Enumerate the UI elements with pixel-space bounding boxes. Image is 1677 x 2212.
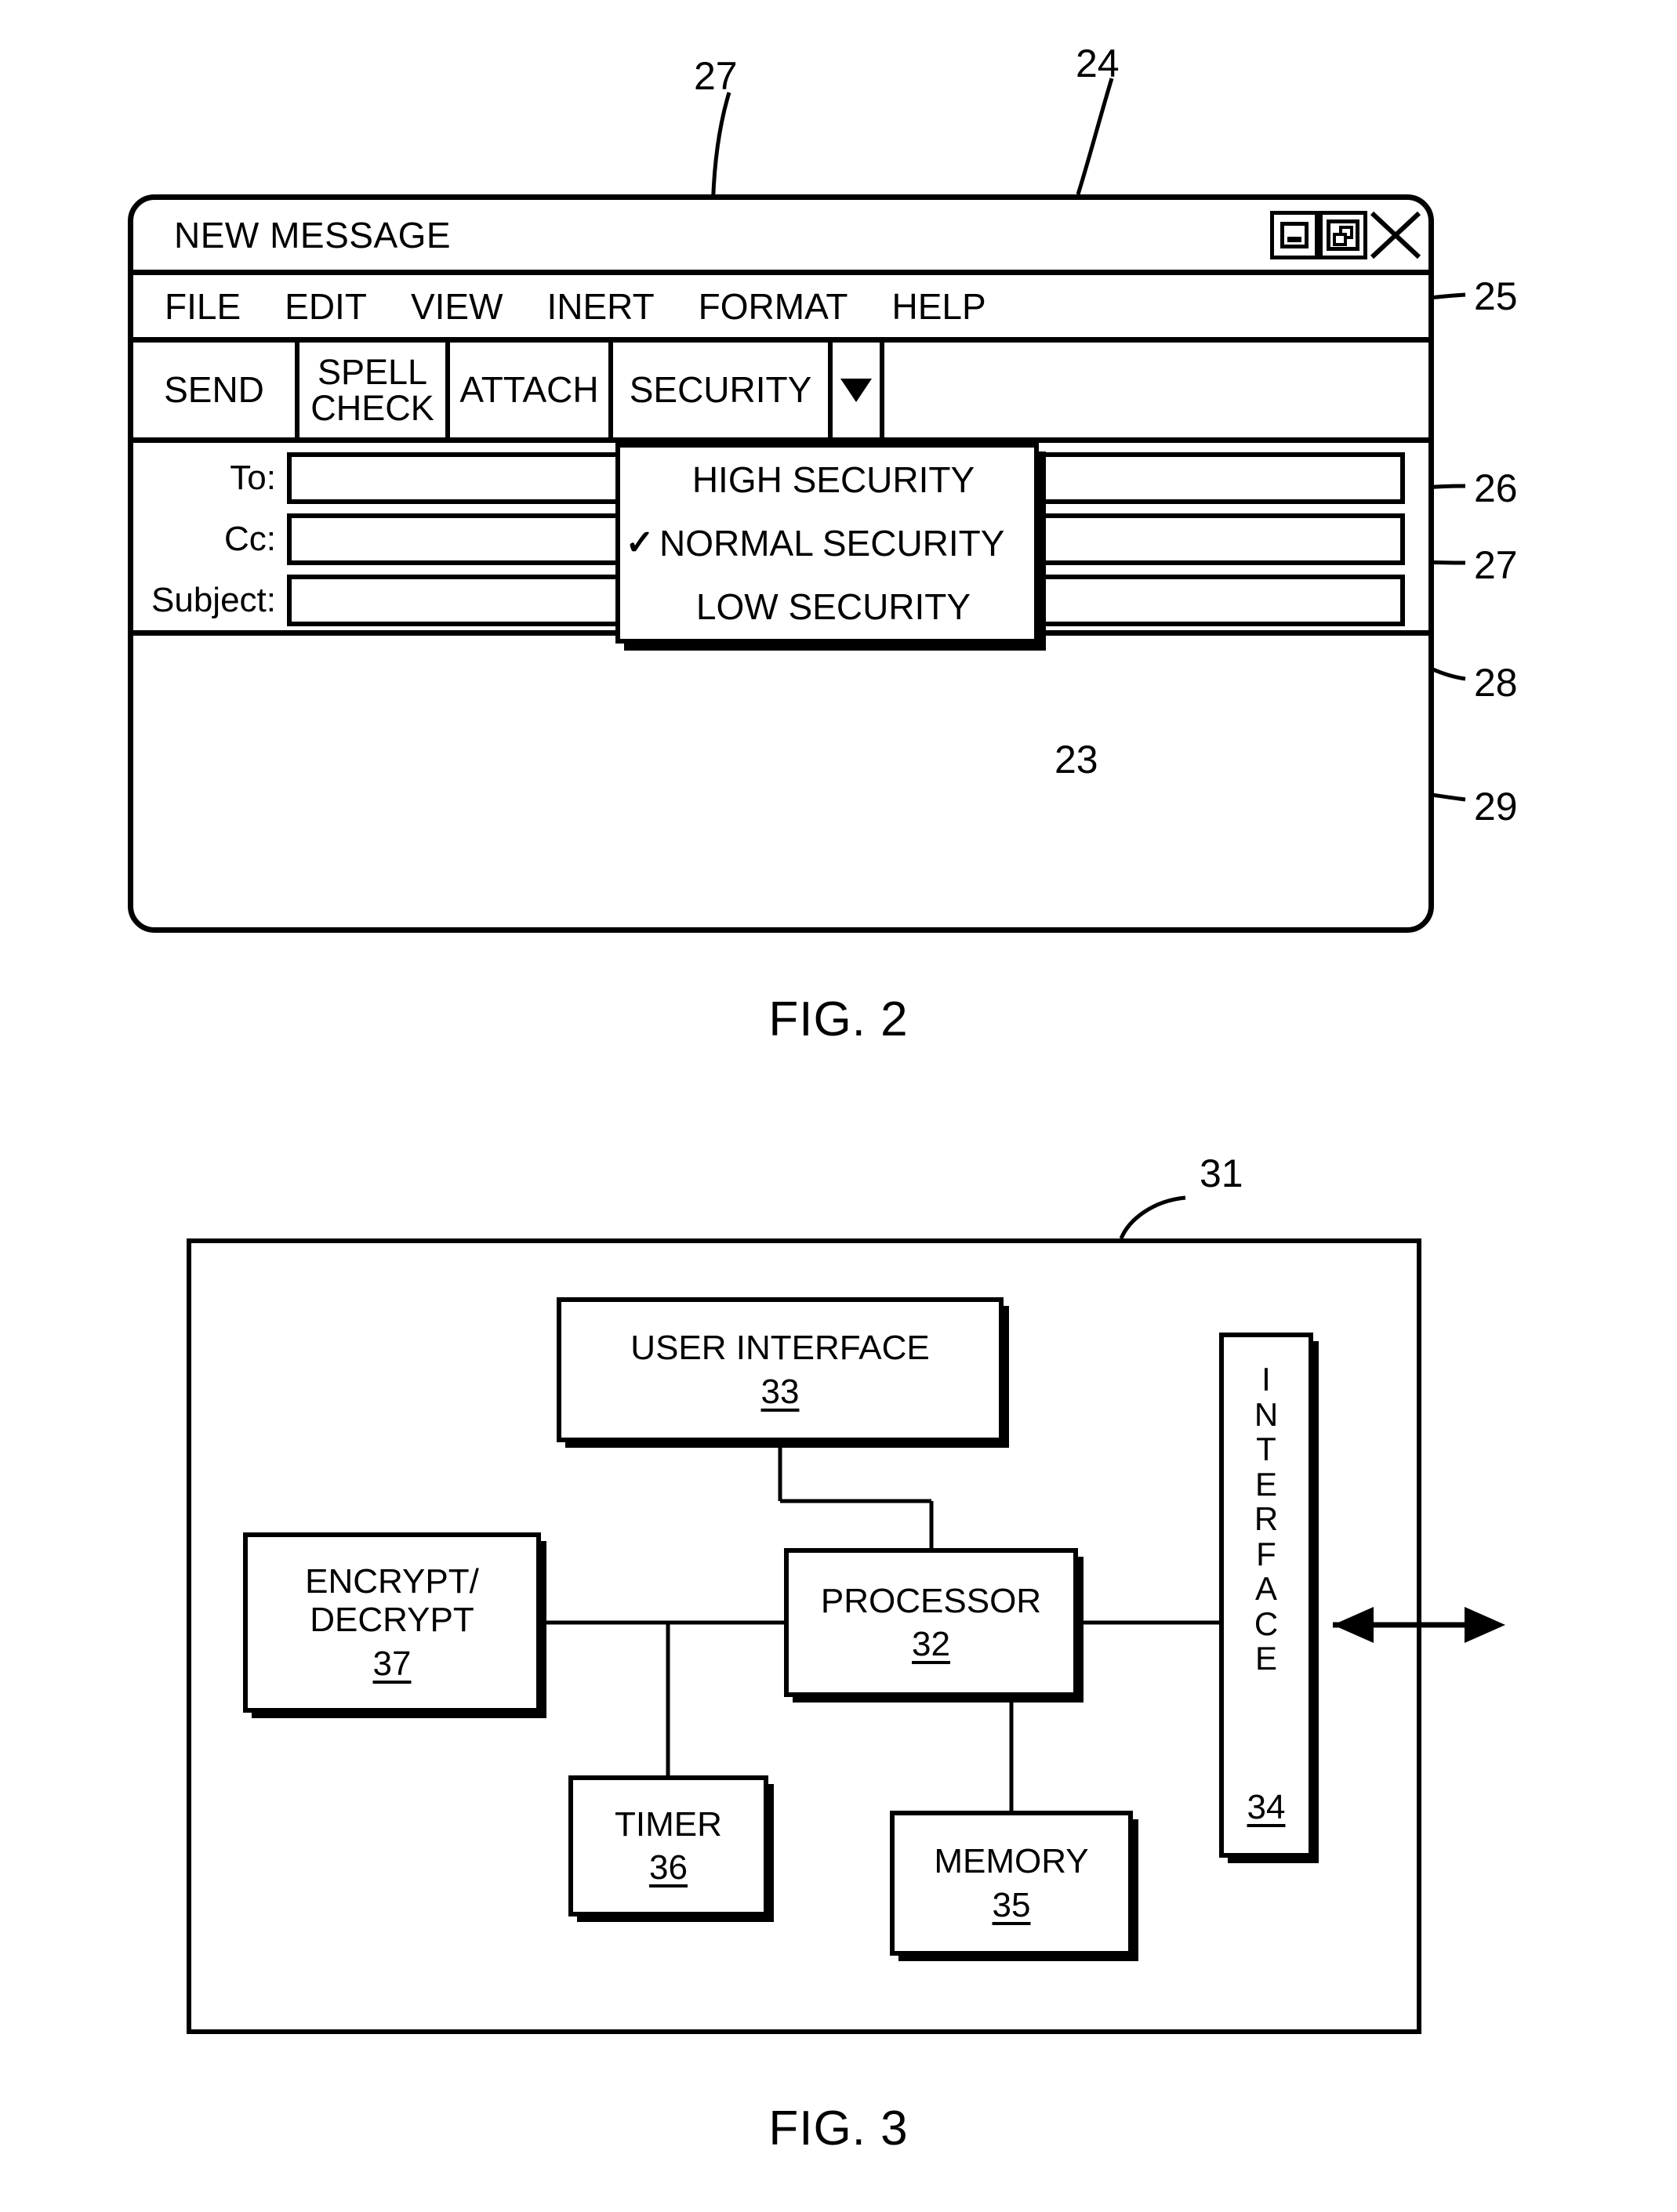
menu-option-low-security[interactable]: LOW SECURITY [620,575,1034,638]
checkmark-icon-normal: ✓ [625,524,655,562]
block-timer-label: TIMER [615,1804,722,1844]
figure-3-caption: FIG. 3 [768,2101,909,2156]
block-encrypt-decrypt-number: 37 [372,1644,412,1683]
block-timer-number: 36 [649,1848,688,1887]
block-processor-label: PROCESSOR [820,1581,1042,1620]
block-processor-number: 32 [912,1625,950,1663]
block-interface-number: 34 [1247,1787,1286,1826]
block-memory-number: 35 [992,1885,1031,1924]
block-processor: PROCESSOR 32 [784,1548,1078,1697]
figure-3: USER INTERFACE 33 ENCRYPT/ DECRYPT 37 PR… [0,0,1677,2212]
block-memory-label: MEMORY [934,1842,1089,1881]
menu-option-high-security-label: HIGH SECURITY [691,459,975,500]
menu-option-low-security-label: LOW SECURITY [695,586,971,627]
block-encrypt-decrypt: ENCRYPT/ DECRYPT 37 [243,1532,541,1713]
menu-option-normal-security[interactable]: ✓ NORMAL SECURITY [620,511,1034,575]
reference-numeral-31: 31 [1200,1151,1243,1195]
menu-option-high-security[interactable]: HIGH SECURITY [620,448,1034,511]
block-timer: TIMER 36 [568,1775,768,1916]
menu-option-normal-security-label: NORMAL SECURITY [659,522,1005,564]
block-user-interface-label: USER INTERFACE [630,1329,930,1368]
block-user-interface: USER INTERFACE 33 [557,1297,1004,1442]
block-user-interface-number: 33 [760,1372,800,1411]
security-dropdown-menu[interactable]: HIGH SECURITY ✓ NORMAL SECURITY LOW SECU… [615,443,1039,644]
block-memory: MEMORY 35 [890,1811,1133,1956]
block-encrypt-decrypt-label: ENCRYPT/ DECRYPT [305,1562,479,1640]
block-interface: INTERFACE 34 [1219,1333,1313,1858]
block-interface-label: INTERFACE [1254,1361,1279,1677]
